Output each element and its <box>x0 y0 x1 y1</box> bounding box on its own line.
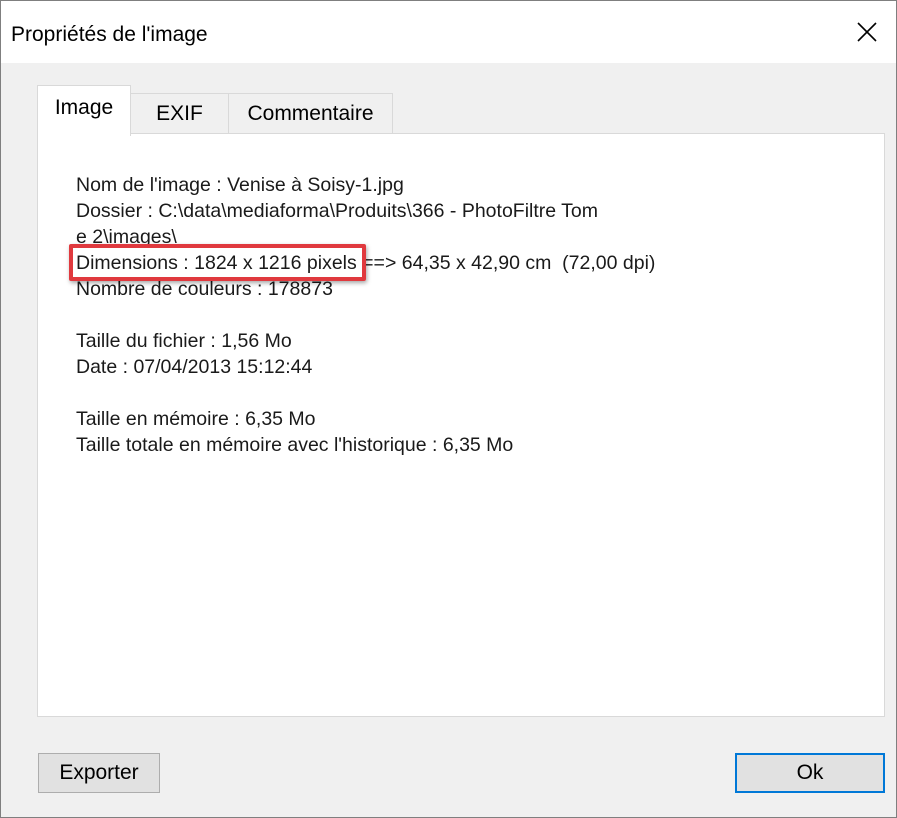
tab-commentaire[interactable]: Commentaire <box>228 93 393 133</box>
dimensions-highlight: Dimensions : 1824 x 1216 pixels <box>69 244 366 281</box>
date-line: Date : 07/04/2013 15:12:44 <box>76 356 313 378</box>
title-bar: Propriétés de l'image <box>1 1 896 63</box>
total-memory-line: Taille totale en mémoire avec l'historiq… <box>76 434 514 456</box>
image-info: Nom de l'image : Venise à Soisy-1.jpg Do… <box>69 172 656 458</box>
dimensions-line: Dimensions : 1824 x 1216 pixels ==> 64,3… <box>69 244 656 281</box>
dialog-title: Propriétés de l'image <box>11 23 208 46</box>
tab-exif[interactable]: EXIF <box>130 93 229 133</box>
color-count-line: Nombre de couleurs : 178873 <box>76 278 333 300</box>
dimensions-conversion: ==> 64,35 x 42,90 cm (72,00 dpi) <box>356 252 656 274</box>
folder-line-continued: e 2\images\ <box>76 226 177 248</box>
export-button[interactable]: Exporter <box>38 753 160 793</box>
image-name-line: Nom de l'image : Venise à Soisy-1.jpg <box>76 174 404 196</box>
image-tab-panel: Nom de l'image : Venise à Soisy-1.jpg Do… <box>37 133 885 717</box>
properties-dialog: Propriétés de l'image Image EXIF Comment… <box>0 0 897 818</box>
file-size-line: Taille du fichier : 1,56 Mo <box>76 330 292 352</box>
memory-size-line: Taille en mémoire : 6,35 Mo <box>76 408 316 430</box>
ok-button[interactable]: Ok <box>735 753 885 793</box>
close-icon <box>857 22 877 42</box>
tab-image[interactable]: Image <box>37 85 131 136</box>
dimensions-value: Dimensions : 1824 x 1216 pixels <box>76 252 357 274</box>
close-button[interactable] <box>838 1 896 63</box>
folder-line: Dossier : C:\data\mediaforma\Produits\36… <box>76 200 599 222</box>
